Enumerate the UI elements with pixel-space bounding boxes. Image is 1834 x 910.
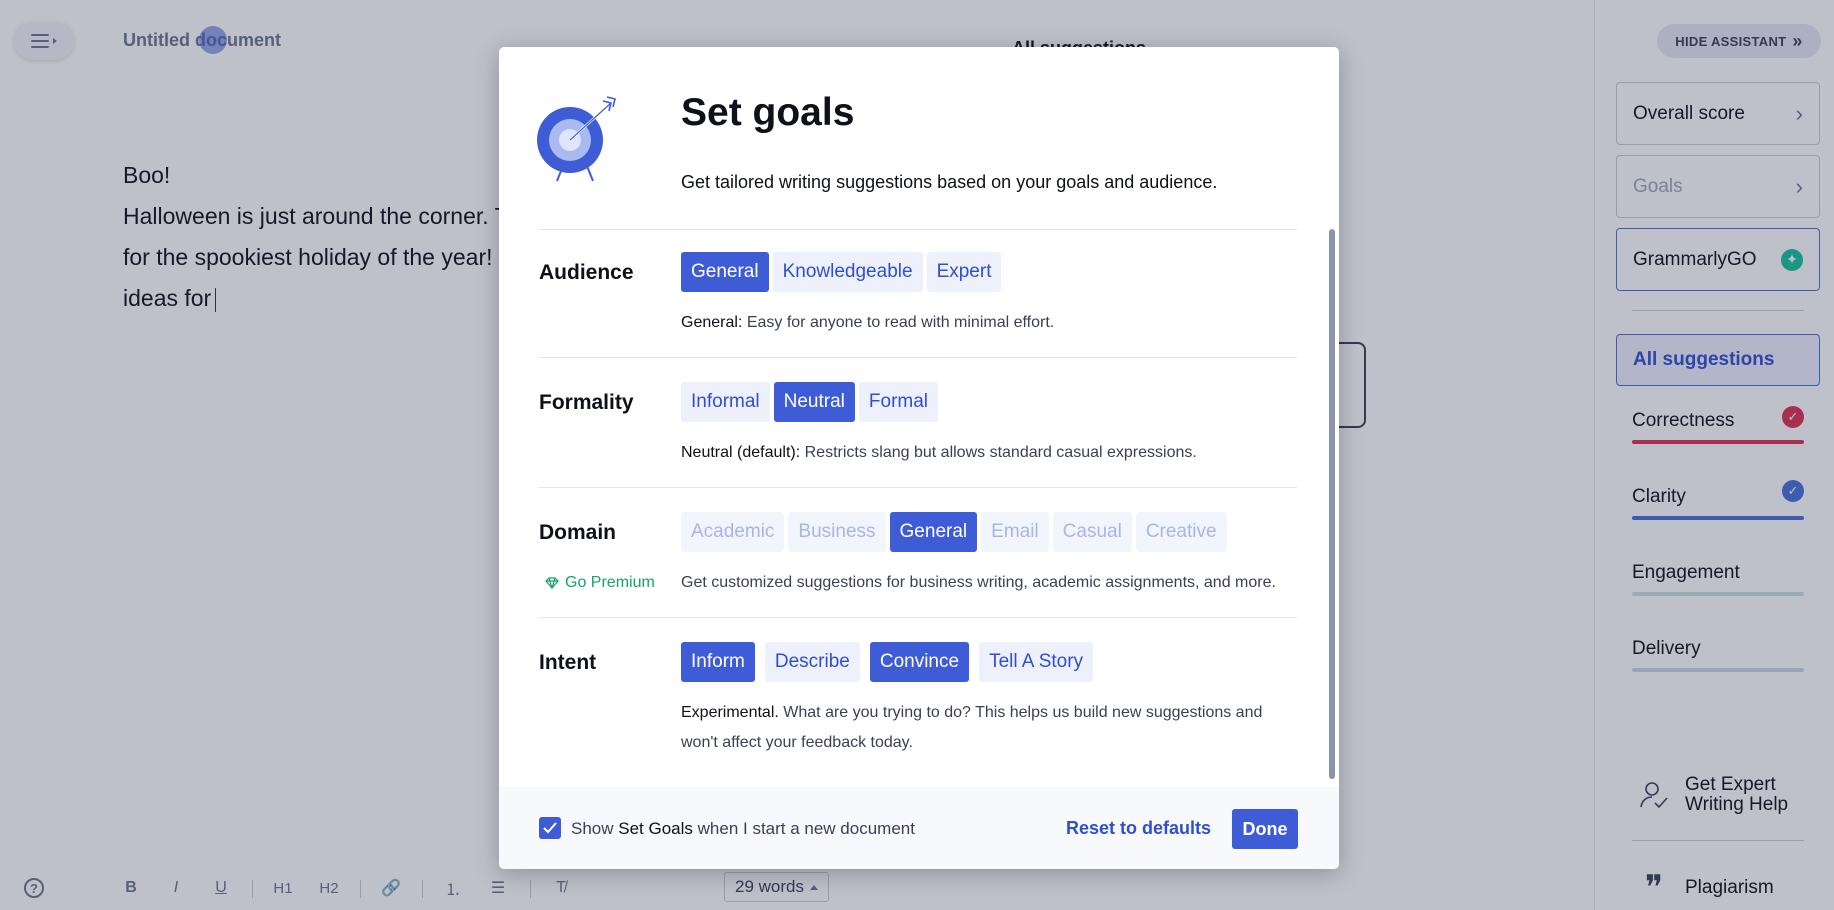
domain-option-general[interactable]: General [889, 512, 978, 552]
domain-option-casual[interactable]: Casual [1052, 512, 1132, 552]
formality-options: Informal Neutral Formal [681, 382, 939, 422]
set-goals-dialog: Set goals Get tailored writing suggestio… [499, 47, 1339, 869]
domain-hint: Get customized suggestions for business … [681, 574, 1276, 591]
go-premium-label: Go Premium [565, 574, 655, 591]
show-set-goals-checkbox[interactable] [539, 817, 561, 839]
section-divider [539, 357, 1297, 358]
dialog-scrollbar[interactable] [1329, 229, 1335, 779]
domain-option-academic[interactable]: Academic [681, 512, 785, 552]
formality-option-formal[interactable]: Formal [858, 382, 939, 422]
intent-label: Intent [539, 651, 597, 674]
diamond-icon [545, 577, 559, 589]
domain-option-email[interactable]: Email [981, 512, 1049, 552]
intent-hint: Experimental. What are you trying to do?… [681, 704, 1263, 751]
reset-to-defaults-button[interactable]: Reset to defaults [1066, 818, 1211, 839]
audience-option-general[interactable]: General [681, 252, 769, 292]
audience-option-knowledgeable[interactable]: Knowledgeable [772, 252, 923, 292]
formality-option-neutral[interactable]: Neutral [773, 382, 855, 422]
show-set-goals-label: Show Set Goals when I start a new docume… [571, 819, 915, 838]
done-button[interactable]: Done [1232, 809, 1298, 849]
section-divider [539, 487, 1297, 488]
audience-label: Audience [539, 261, 634, 284]
go-premium-link[interactable]: Go Premium [545, 574, 655, 592]
dialog-subtitle: Get tailored writing suggestions based o… [681, 172, 1218, 192]
intent-option-tell-a-story[interactable]: Tell A Story [979, 642, 1094, 682]
section-divider [539, 617, 1297, 618]
domain-label: Domain [539, 521, 617, 544]
target-icon [537, 96, 616, 182]
formality-hint: Neutral (default): Restricts slang but a… [681, 444, 1197, 461]
domain-options: Academic Business General Email Casual C… [681, 512, 1227, 552]
domain-option-business[interactable]: Business [788, 512, 886, 552]
intent-option-inform[interactable]: Inform [681, 642, 755, 682]
audience-option-expert[interactable]: Expert [926, 252, 1002, 292]
section-divider [539, 229, 1297, 230]
formality-label: Formality [539, 391, 634, 414]
audience-options: General Knowledgeable Expert [681, 252, 1002, 292]
dialog-title: Set goals [681, 91, 855, 134]
intent-options: Inform Describe Convince Tell A Story [681, 642, 1094, 682]
audience-hint: General: Easy for anyone to read with mi… [681, 314, 1055, 331]
intent-option-describe[interactable]: Describe [764, 642, 860, 682]
formality-option-informal[interactable]: Informal [681, 382, 770, 422]
intent-option-convince[interactable]: Convince [869, 642, 970, 682]
checkmark-icon [543, 822, 557, 834]
domain-option-creative[interactable]: Creative [1135, 512, 1227, 552]
